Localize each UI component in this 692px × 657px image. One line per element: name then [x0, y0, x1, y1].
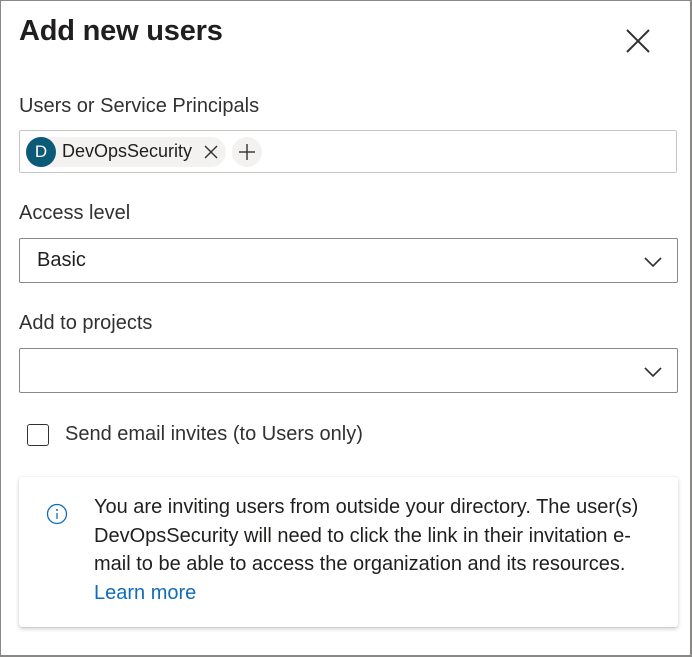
- user-chip[interactable]: D DevOpsSecurity: [26, 136, 227, 167]
- close-icon: [626, 29, 650, 53]
- info-message-body: You are inviting users from outside your…: [94, 496, 639, 575]
- chevron-down-icon: [644, 257, 662, 268]
- access-level-dropdown[interactable]: Basic: [19, 238, 678, 283]
- chevron-down-icon: [644, 367, 662, 378]
- avatar: D: [26, 136, 56, 167]
- remove-user-button[interactable]: [200, 141, 222, 163]
- projects-dropdown[interactable]: [19, 348, 678, 393]
- learn-more-link[interactable]: Learn more: [94, 582, 196, 604]
- info-message-text: You are inviting users from outside your…: [94, 493, 654, 607]
- email-invites-option[interactable]: Send email invites (to Users only): [27, 423, 363, 446]
- add-users-panel: Add new users Users or Service Principal…: [0, 0, 692, 657]
- close-button[interactable]: [618, 21, 658, 61]
- info-message-card: You are inviting users from outside your…: [19, 477, 678, 627]
- add-user-button[interactable]: [232, 136, 263, 167]
- email-invites-checkbox[interactable]: [27, 423, 49, 446]
- info-icon: [46, 503, 68, 525]
- access-level-label: Access level: [19, 202, 131, 224]
- users-field-label: Users or Service Principals: [19, 95, 260, 117]
- user-chip-name: DevOpsSecurity: [62, 141, 193, 161]
- close-icon: [204, 145, 218, 158]
- plus-icon: [239, 143, 256, 160]
- users-picker-input[interactable]: D DevOpsSecurity: [19, 130, 677, 173]
- email-invites-label: Send email invites (to Users only): [65, 423, 363, 445]
- access-level-value: Basic: [37, 249, 86, 271]
- projects-label: Add to projects: [19, 312, 153, 334]
- dialog-title: Add new users: [19, 15, 223, 47]
